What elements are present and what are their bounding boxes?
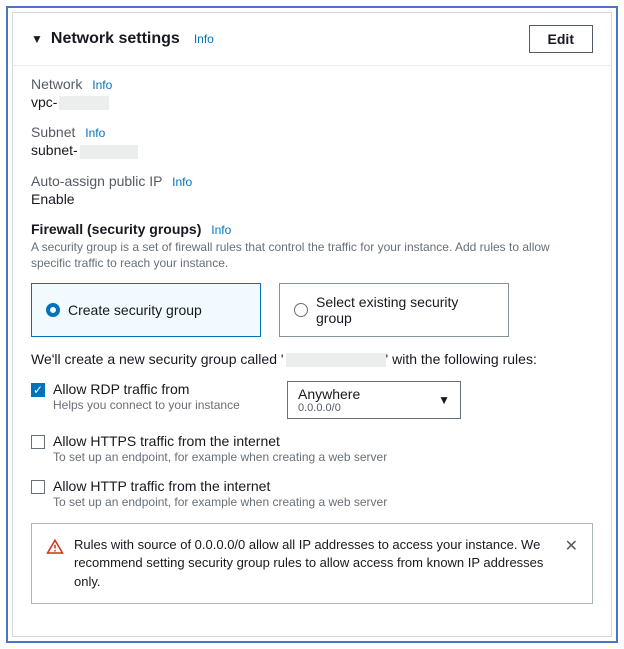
http-checkbox[interactable] [31,480,45,494]
rdp-source-dropdown[interactable]: Anywhere 0.0.0.0/0 ▼ [287,381,461,419]
edit-button[interactable]: Edit [529,25,593,53]
rdp-rule-row: ✓ Allow RDP traffic from Helps you conne… [31,381,593,419]
subnet-label: Subnet [31,124,75,140]
radio-icon [46,303,60,317]
sg-name-redacted [286,353,386,367]
info-link-subnet[interactable]: Info [85,126,105,140]
subnet-value-prefix: subnet- [31,142,78,158]
dropdown-main: Anywhere [298,386,360,402]
https-rule-row: Allow HTTPS traffic from the internet To… [31,433,593,464]
warning-triangle-icon [46,538,64,556]
sg-creation-text: We'll create a new security group called… [31,351,593,367]
rdp-sub: Helps you connect to your instance [53,398,240,412]
network-settings-panel: ▼ Network settings Info Edit Network Inf… [12,12,612,637]
radio-icon [294,303,308,317]
dropdown-sub: 0.0.0.0/0 [298,402,360,414]
http-sub: To set up an endpoint, for example when … [53,495,387,509]
radio-create-security-group[interactable]: Create security group [31,283,261,337]
chevron-down-icon: ▼ [438,393,450,407]
radio-select-label: Select existing security group [316,294,494,326]
network-label: Network [31,76,82,92]
info-link-firewall[interactable]: Info [211,223,231,237]
alert-text: Rules with source of 0.0.0.0/0 allow all… [74,536,555,591]
info-link-autoip[interactable]: Info [172,175,192,189]
http-label: Allow HTTP traffic from the internet [53,478,387,494]
firewall-desc: A security group is a set of firewall ru… [31,239,593,271]
autoip-label: Auto-assign public IP [31,173,162,189]
info-link-header[interactable]: Info [194,32,214,46]
https-label: Allow HTTPS traffic from the internet [53,433,387,449]
collapse-caret-icon[interactable]: ▼ [31,33,43,45]
autoip-field: Auto-assign public IP Info Enable [31,173,593,207]
panel-title: Network settings [51,30,180,48]
network-value-prefix: vpc- [31,94,57,110]
warning-alert: Rules with source of 0.0.0.0/0 allow all… [31,523,593,604]
http-rule-row: Allow HTTP traffic from the internet To … [31,478,593,509]
close-icon[interactable]: ✕ [565,536,578,556]
https-sub: To set up an endpoint, for example when … [53,450,387,464]
rdp-checkbox[interactable]: ✓ [31,383,45,397]
firewall-section: Firewall (security groups) Info A securi… [31,221,593,604]
network-field: Network Info vpc- [31,76,593,110]
rdp-label: Allow RDP traffic from [53,381,240,397]
radio-create-label: Create security group [68,302,202,318]
https-checkbox[interactable] [31,435,45,449]
panel-header: ▼ Network settings Info Edit [13,13,611,66]
subnet-field: Subnet Info subnet- [31,124,593,158]
firewall-title: Firewall (security groups) [31,221,201,237]
info-link-network[interactable]: Info [92,78,112,92]
network-value-redacted [59,96,109,110]
subnet-value-redacted [80,145,138,159]
radio-select-existing-security-group[interactable]: Select existing security group [279,283,509,337]
autoip-value: Enable [31,191,593,207]
